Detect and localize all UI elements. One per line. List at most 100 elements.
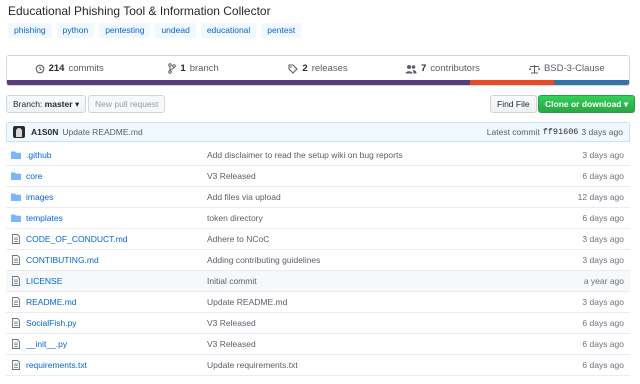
file-name-link[interactable]: CODE_OF_CONDUCT.md: [26, 234, 204, 244]
file-icon: [11, 360, 21, 370]
file-commit-message[interactable]: token directory: [204, 213, 530, 223]
clone-download-label: Clone or download: [545, 99, 622, 109]
file-commit-message[interactable]: V3 Released: [204, 339, 530, 349]
releases-label: releases: [311, 63, 348, 74]
tag-icon: [288, 63, 299, 74]
file-row: images Add files via upload 12 days ago: [6, 187, 630, 208]
file-list: .github Add disclaimer to read the setup …: [6, 145, 630, 376]
file-name-link[interactable]: .github: [26, 150, 204, 160]
file-commit-message[interactable]: Update README.md: [204, 297, 530, 307]
releases-link[interactable]: 2 releases: [256, 56, 380, 81]
file-commit-message[interactable]: V3 Released: [204, 318, 530, 328]
file-name-link[interactable]: core: [26, 171, 204, 181]
file-icon: [11, 297, 21, 307]
file-name-link[interactable]: CONTIBUTING.md: [26, 255, 204, 265]
file-icon: [11, 255, 21, 265]
language-bar-segment[interactable]: [554, 80, 629, 85]
file-row: requirements.txt Update requirements.txt 6…: [6, 355, 630, 376]
license-label: BSD-3-Clause: [543, 63, 605, 74]
file-age: 12 days ago: [577, 192, 624, 202]
topic-tag[interactable]: pentesting: [99, 23, 151, 38]
latest-commit-label: Latest commit: [486, 127, 540, 137]
branches-label: branch: [189, 63, 219, 74]
file-age: 6 days ago: [582, 360, 624, 370]
caret-down-icon: ▾: [623, 99, 629, 109]
file-row: README.md Update README.md 3 days ago: [6, 292, 630, 313]
file-name-link[interactable]: templates: [26, 213, 204, 223]
find-file-button[interactable]: Find File: [490, 95, 537, 113]
topic-tag[interactable]: python: [56, 23, 95, 38]
folder-icon: [11, 192, 21, 202]
file-name-link[interactable]: requirements.txt: [26, 360, 204, 370]
repo-description: Educational Phishing Tool & Information …: [8, 4, 271, 18]
file-row: SocialFish.py V3 Released 6 days ago: [6, 313, 630, 334]
language-bar-segment[interactable]: [7, 80, 471, 85]
people-icon: [405, 64, 417, 73]
releases-count: 2: [302, 63, 308, 74]
topic-list: phishing python pentesting undead educat…: [8, 23, 302, 38]
branches-count: 1: [180, 63, 186, 74]
branch-icon: [168, 63, 177, 74]
commits-label: commits: [68, 63, 104, 74]
file-commit-message[interactable]: Update requirements.txt: [204, 360, 530, 370]
file-age: 6 days ago: [582, 318, 624, 328]
law-icon: [528, 64, 540, 73]
topic-tag[interactable]: educational: [200, 23, 257, 38]
file-icon: [11, 276, 21, 286]
new-pull-request-button[interactable]: New pull request: [88, 95, 166, 113]
folder-icon: [11, 171, 21, 181]
file-name-link[interactable]: SocialFish.py: [26, 318, 204, 328]
license-link[interactable]: BSD-3-Clause: [505, 56, 629, 81]
file-age: 3 days ago: [582, 255, 624, 265]
folder-icon: [11, 213, 21, 223]
file-row: core V3 Released 6 days ago: [6, 166, 630, 187]
file-name-link[interactable]: images: [26, 192, 204, 202]
branch-select-value: master: [44, 99, 73, 109]
file-commit-message[interactable]: Initial commit: [204, 276, 530, 286]
commits-link[interactable]: 214 commits: [7, 56, 131, 81]
file-name-link[interactable]: README.md: [26, 297, 204, 307]
language-bar[interactable]: [7, 80, 629, 85]
file-icon: [11, 318, 21, 328]
file-row: templates token directory 6 days ago: [6, 208, 630, 229]
file-age: 6 days ago: [582, 213, 624, 223]
branches-link[interactable]: 1 branch: [131, 56, 255, 81]
file-row: __init__.py V3 Released 6 days ago: [6, 334, 630, 355]
file-commit-message[interactable]: Add files via upload: [204, 192, 530, 202]
branch-select-label: Branch:: [13, 99, 43, 109]
topic-tag[interactable]: phishing: [8, 23, 52, 38]
folder-icon: [11, 150, 21, 160]
file-name-link[interactable]: __init__.py: [26, 339, 204, 349]
clone-download-button[interactable]: Clone or download ▾: [538, 95, 636, 113]
file-row: CODE_OF_CONDUCT.md Adhere to NCoC 3 days a…: [6, 229, 630, 250]
file-commit-message[interactable]: V3 Released: [204, 171, 530, 181]
file-age: 6 days ago: [582, 171, 624, 181]
commit-message[interactable]: Update README.md: [62, 127, 142, 137]
file-age: 6 days ago: [582, 339, 624, 349]
file-row: CONTIBUTING.md Adding contributing guidel…: [6, 250, 630, 271]
contributors-link[interactable]: 7 contributors: [380, 56, 504, 81]
file-commit-message[interactable]: Adhere to NCoC: [204, 234, 530, 244]
file-icon: [11, 234, 21, 244]
avatar[interactable]: [13, 126, 25, 138]
file-row: LICENSE Initial commit a year ago: [6, 271, 630, 292]
branch-select-button[interactable]: Branch: master ▾: [6, 95, 87, 113]
file-age: 3 days ago: [582, 297, 624, 307]
topic-tag[interactable]: undead: [155, 23, 196, 38]
file-row: .github Add disclaimer to read the setup …: [6, 145, 630, 166]
topic-tag[interactable]: pentest: [261, 23, 302, 38]
commits-count: 214: [48, 63, 65, 74]
file-commit-message[interactable]: Adding contributing guidelines: [204, 255, 530, 265]
file-icon: [11, 339, 21, 349]
contributors-count: 7: [420, 63, 427, 74]
language-bar-segment[interactable]: [470, 80, 555, 85]
repo-summary: 214 commits 1 branch 2 releases 7 contri…: [6, 55, 630, 86]
caret-down-icon: ▾: [74, 99, 80, 109]
commit-author[interactable]: A1S0N: [31, 127, 58, 137]
file-name-link[interactable]: LICENSE: [26, 276, 204, 286]
file-commit-message[interactable]: Add disclaimer to read the setup wiki on…: [204, 150, 530, 160]
history-icon: [35, 64, 44, 73]
latest-commit-bar: A1S0N Update README.md Latest commit ff9…: [6, 122, 630, 142]
file-age: 3 days ago: [582, 234, 624, 244]
commit-sha[interactable]: ff91606: [543, 127, 579, 137]
